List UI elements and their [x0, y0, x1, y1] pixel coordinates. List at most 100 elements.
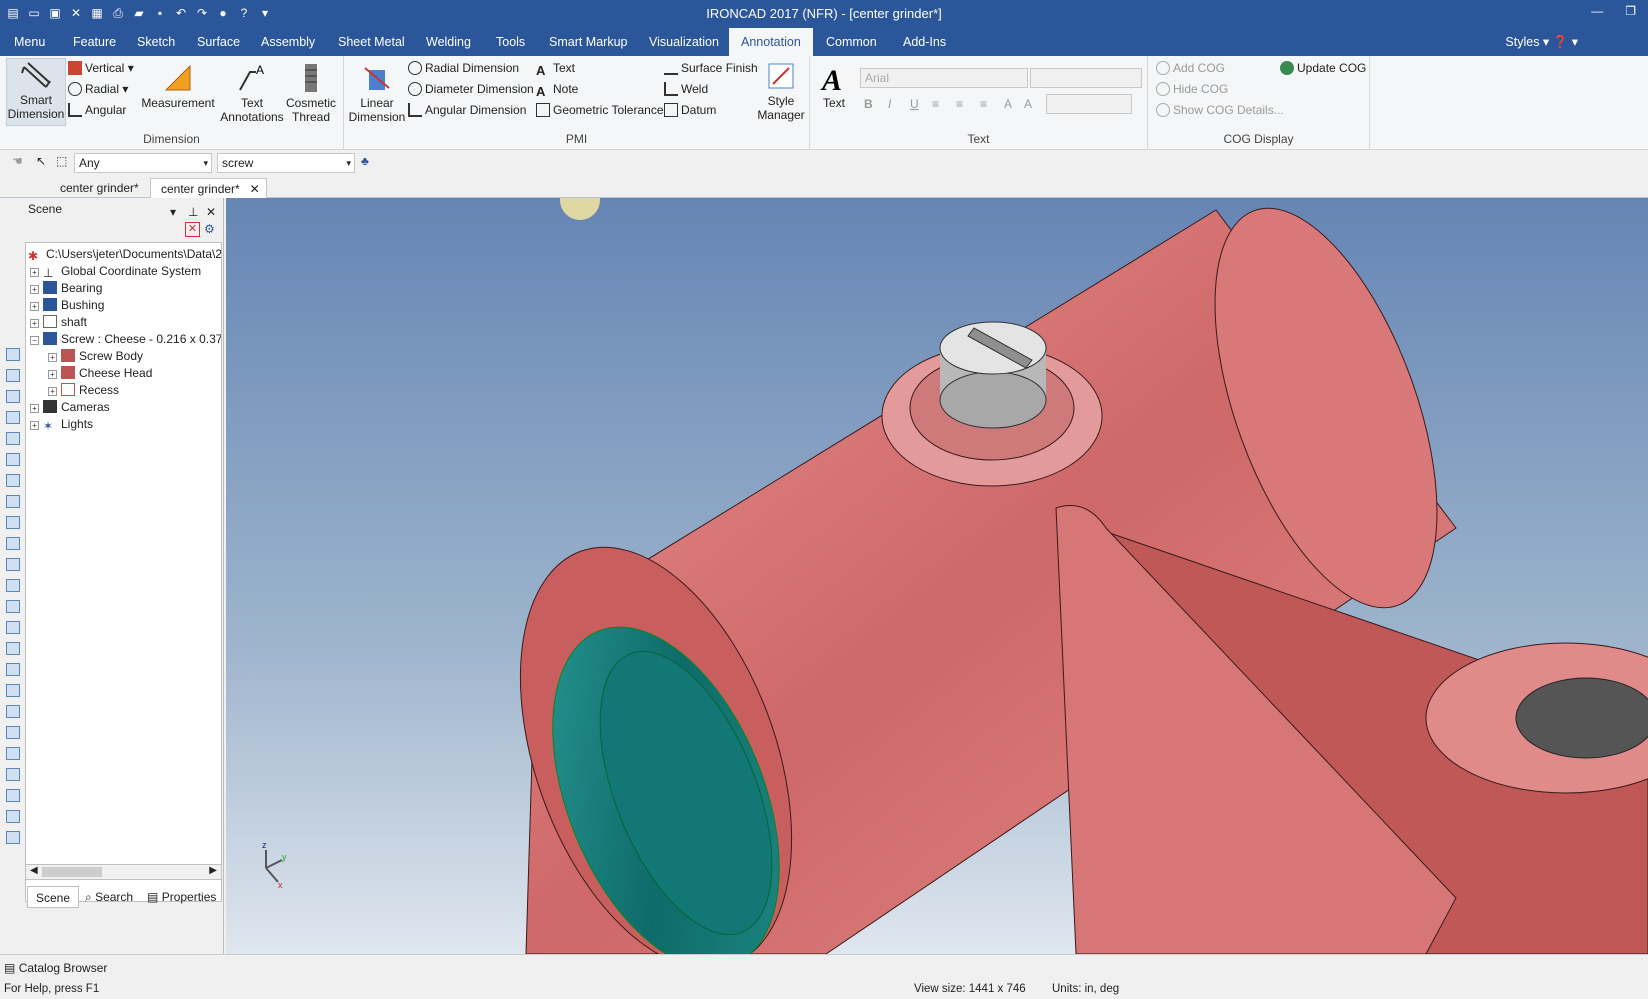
tab-feature[interactable]: Feature — [65, 28, 124, 56]
radial-button[interactable]: Radial ▾ — [68, 79, 128, 99]
panel-menu-icon[interactable]: ▾ — [170, 201, 176, 223]
font-combo[interactable]: Arial — [860, 68, 1028, 88]
close-tab-icon[interactable]: ✕ — [250, 179, 260, 199]
tree-node-screw-body[interactable]: + Screw Body — [48, 347, 143, 365]
expand-icon[interactable]: + — [30, 285, 39, 294]
styles-menu[interactable]: Styles ▾ ❓ ▾ — [1505, 28, 1578, 56]
cosmetic-thread-button[interactable]: Cosmetic Thread — [282, 62, 340, 124]
shrink-font-button[interactable]: A — [1024, 94, 1032, 114]
left-tool-icon[interactable] — [6, 621, 20, 634]
align-center-button[interactable]: ≡ — [956, 94, 963, 114]
tab-tools[interactable]: Tools — [488, 28, 533, 56]
minimize-button[interactable]: — — [1591, 4, 1603, 18]
clear-filter-icon[interactable]: ✕ — [185, 222, 200, 237]
align-left-button[interactable]: ≡ — [932, 94, 939, 114]
doc-tab-1[interactable]: center grinder* — [50, 178, 149, 198]
left-tool-icon[interactable] — [6, 768, 20, 781]
tree-node-bushing[interactable]: + Bushing — [30, 296, 104, 314]
filter-name-combo[interactable]: screw ▾ — [217, 153, 355, 173]
pointer-icon[interactable]: ↖ — [36, 154, 46, 168]
left-tool-icon[interactable] — [6, 726, 20, 739]
expand-icon[interactable]: + — [48, 370, 57, 379]
underline-button[interactable]: U — [910, 94, 919, 114]
expand-icon[interactable]: + — [30, 421, 39, 430]
close-panel-icon[interactable]: ✕ — [206, 201, 216, 223]
pin-icon[interactable]: ⊥ — [188, 201, 198, 223]
smart-dimension-button[interactable]: Smart Dimension — [6, 58, 66, 126]
italic-button[interactable]: I — [888, 94, 891, 114]
diameter-dimension-button[interactable]: Diameter Dimension — [408, 79, 534, 99]
panel-tab-scene[interactable]: Scene — [27, 886, 79, 908]
left-tool-icon[interactable] — [6, 600, 20, 613]
geometric-tolerance-button[interactable]: Geometric Tolerance — [536, 100, 664, 120]
left-tool-icon[interactable] — [6, 558, 20, 571]
tree-options-icon[interactable]: ⚙ — [204, 222, 215, 236]
scroll-thumb[interactable] — [42, 867, 102, 877]
datum-button[interactable]: Datum — [664, 100, 716, 120]
tree-node-cheese-head[interactable]: + Cheese Head — [48, 364, 152, 382]
left-tool-icon[interactable] — [6, 432, 20, 445]
pmi-text-button[interactable]: A Text — [536, 58, 575, 78]
expand-icon[interactable]: + — [30, 404, 39, 413]
bold-button[interactable]: B — [864, 94, 873, 114]
font-size-combo[interactable] — [1030, 68, 1142, 88]
left-tool-icon[interactable] — [6, 663, 20, 676]
text-annotations-button[interactable]: A Text Annotations — [218, 62, 286, 124]
left-tool-icon[interactable] — [6, 390, 20, 403]
tab-assembly[interactable]: Assembly — [253, 28, 323, 56]
angular-dimension-button[interactable]: Angular Dimension — [408, 100, 526, 120]
tree-horizontal-scrollbar[interactable]: ◀ ▶ — [25, 864, 222, 880]
expand-icon[interactable]: + — [48, 353, 57, 362]
linear-dimension-button[interactable]: Linear Dimension — [346, 62, 408, 124]
add-cog-button[interactable]: Add COG — [1156, 58, 1225, 78]
update-cog-button[interactable]: Update COG — [1280, 58, 1366, 78]
grow-font-button[interactable]: A — [1004, 94, 1012, 114]
select-box-icon[interactable]: ⬚ — [56, 154, 67, 168]
restore-button[interactable]: ❐ — [1625, 4, 1636, 18]
tree-node-global-coordinate-system[interactable]: + ⊥ Global Coordinate System — [30, 262, 201, 280]
left-tool-icon[interactable] — [6, 705, 20, 718]
tree-node-screw[interactable]: − Screw : Cheese - 0.216 x 0.375 — [30, 330, 221, 348]
expand-icon[interactable]: + — [30, 319, 39, 328]
radial-dimension-button[interactable]: Radial Dimension — [408, 58, 519, 78]
tab-common[interactable]: Common — [818, 28, 885, 56]
left-tool-icon[interactable] — [6, 495, 20, 508]
show-cog-details-button[interactable]: Show COG Details... — [1156, 100, 1284, 120]
note-button[interactable]: A Note — [536, 79, 578, 99]
tab-welding[interactable]: Welding — [418, 28, 479, 56]
expand-icon[interactable]: + — [48, 387, 57, 396]
measurement-button[interactable]: Measurement — [140, 62, 216, 110]
tree-node-recess[interactable]: + Recess — [48, 381, 119, 399]
tree-node-lights[interactable]: + ✶ Lights — [30, 415, 93, 433]
text-format-button[interactable]: A Text — [816, 62, 852, 110]
filter-type-combo[interactable]: Any ▾ — [74, 153, 212, 173]
left-tool-icon[interactable] — [6, 348, 20, 361]
angular-button[interactable]: Angular — [68, 100, 126, 120]
3d-viewport[interactable]: z y x — [226, 198, 1648, 954]
left-tool-icon[interactable] — [6, 747, 20, 760]
tab-add-ins[interactable]: Add-Ins — [895, 28, 954, 56]
left-tool-icon[interactable] — [6, 411, 20, 424]
tree-node-cameras[interactable]: + Cameras — [30, 398, 110, 416]
tab-annotation[interactable]: Annotation — [729, 28, 813, 56]
tab-smart-markup[interactable]: Smart Markup — [541, 28, 636, 56]
left-tool-icon[interactable] — [6, 474, 20, 487]
style-manager-button[interactable]: Style Manager — [754, 60, 808, 122]
color-combo[interactable] — [1046, 94, 1132, 114]
left-tool-icon[interactable] — [6, 579, 20, 592]
tab-surface[interactable]: Surface — [189, 28, 248, 56]
tree-node-root[interactable]: ✱ C:\Users\jeter\Documents\Data\2 — [28, 245, 221, 263]
align-right-button[interactable]: ≡ — [980, 94, 987, 114]
hierarchy-icon[interactable]: ♣ — [361, 154, 369, 168]
scroll-left-icon[interactable]: ◀ — [30, 865, 38, 876]
scroll-right-icon[interactable]: ▶ — [209, 865, 217, 876]
weld-button[interactable]: Weld — [664, 79, 708, 99]
left-tool-icon[interactable] — [6, 537, 20, 550]
surface-finish-button[interactable]: Surface Finish — [664, 58, 758, 78]
left-tool-icon[interactable] — [6, 831, 20, 844]
tree-node-bearing[interactable]: + Bearing — [30, 279, 102, 297]
collapse-icon[interactable]: − — [30, 336, 39, 345]
left-tool-icon[interactable] — [6, 810, 20, 823]
tab-menu[interactable]: Menu — [6, 28, 53, 56]
left-tool-icon[interactable] — [6, 684, 20, 697]
